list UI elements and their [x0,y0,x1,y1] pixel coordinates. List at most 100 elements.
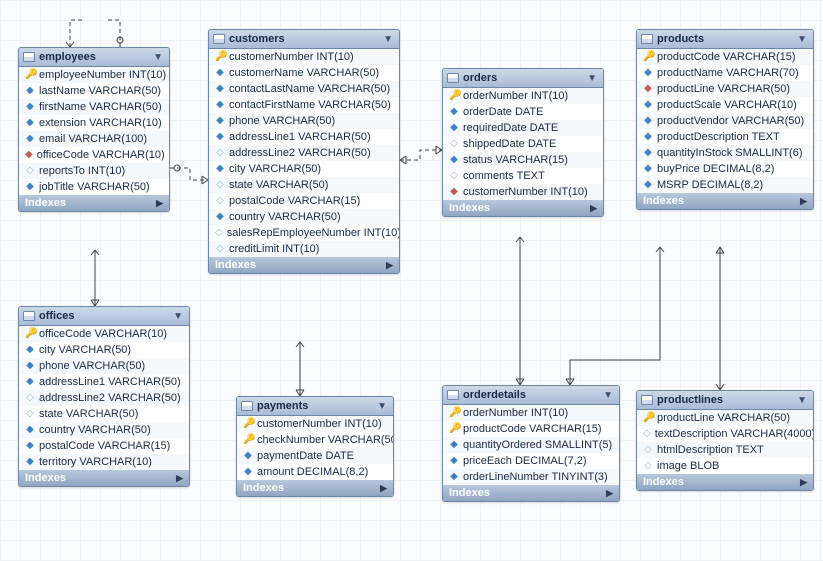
column-row[interactable]: ◆jobTitle VARCHAR(50) [19,179,169,195]
column-row[interactable]: ◇reportsTo INT(10) [19,163,169,179]
expand-icon[interactable]: ▶ [800,196,807,207]
expand-icon[interactable]: ▶ [386,260,393,271]
entity-header[interactable]: customers ▼ [209,30,399,49]
entity-employees[interactable]: employees ▼ 🔑employeeNumber INT(10) ◆las… [18,47,170,212]
expand-icon[interactable]: ▶ [606,488,613,499]
column-row[interactable]: 🔑customerNumber INT(10) [209,49,399,65]
column-row[interactable]: ◇state VARCHAR(50) [19,406,189,422]
column-row[interactable]: ◆contactLastName VARCHAR(50) [209,81,399,97]
entity-orderdetails[interactable]: orderdetails ▼ 🔑orderNumber INT(10) 🔑pro… [442,385,620,502]
expand-icon[interactable]: ▶ [156,198,163,209]
entity-orders[interactable]: orders ▼ 🔑orderNumber INT(10) ◆orderDate… [442,68,604,217]
column-row[interactable]: ◆customerName VARCHAR(50) [209,65,399,81]
entity-payments[interactable]: payments ▼ 🔑customerNumber INT(10) 🔑chec… [236,396,394,497]
indexes-section[interactable]: Indexes▶ [237,480,393,496]
expand-icon[interactable]: ▶ [380,483,387,494]
expand-icon[interactable]: ▶ [176,473,183,484]
collapse-icon[interactable]: ▼ [383,34,393,45]
column-row[interactable]: 🔑productCode VARCHAR(15) [443,421,619,437]
column-row[interactable]: ◆amount DECIMAL(8,2) [237,464,393,480]
column-row[interactable]: ◇textDescription VARCHAR(4000) [637,426,813,442]
column-row[interactable]: ◆contactFirstName VARCHAR(50) [209,97,399,113]
collapse-icon[interactable]: ▼ [603,390,613,401]
entity-header[interactable]: productlines ▼ [637,391,813,410]
column-row[interactable]: ◆productLine VARCHAR(50) [637,81,813,97]
column-row[interactable]: ◆firstName VARCHAR(50) [19,99,169,115]
indexes-section[interactable]: Indexes▶ [209,257,399,273]
column-row[interactable]: 🔑productCode VARCHAR(15) [637,49,813,65]
column-row[interactable]: ◇addressLine2 VARCHAR(50) [19,390,189,406]
column-row[interactable]: ◇comments TEXT [443,168,603,184]
collapse-icon[interactable]: ▼ [377,401,387,412]
column-row[interactable]: ◆officeCode VARCHAR(10) [19,147,169,163]
column-row[interactable]: ◆phone VARCHAR(50) [19,358,189,374]
expand-icon[interactable]: ▶ [590,203,597,214]
entity-productlines[interactable]: productlines ▼ 🔑productLine VARCHAR(50) … [636,390,814,491]
column-row[interactable]: ◆customerNumber INT(10) [443,184,603,200]
column-row[interactable]: ◆email VARCHAR(100) [19,131,169,147]
entity-header[interactable]: products ▼ [637,30,813,49]
indexes-section[interactable]: Indexes▶ [19,195,169,211]
column-row[interactable]: ◆country VARCHAR(50) [209,209,399,225]
collapse-icon[interactable]: ▼ [173,311,183,322]
column-row[interactable]: ◆status VARCHAR(15) [443,152,603,168]
column-row[interactable]: ◆productDescription TEXT [637,129,813,145]
indexes-section[interactable]: Indexes▶ [637,193,813,209]
column-row[interactable]: ◆paymentDate DATE [237,448,393,464]
indexes-section[interactable]: Indexes▶ [443,200,603,216]
column-row[interactable]: ◆MSRP DECIMAL(8,2) [637,177,813,193]
column-row[interactable]: ◆city VARCHAR(50) [209,161,399,177]
column-row[interactable]: ◇postalCode VARCHAR(15) [209,193,399,209]
column-row[interactable]: ◇creditLimit INT(10) [209,241,399,257]
column-row[interactable]: ◆country VARCHAR(50) [19,422,189,438]
column-row[interactable]: 🔑productLine VARCHAR(50) [637,410,813,426]
entity-offices[interactable]: offices ▼ 🔑officeCode VARCHAR(10) ◆city … [18,306,190,487]
column-row[interactable]: ◇state VARCHAR(50) [209,177,399,193]
column-row[interactable]: ◆quantityInStock SMALLINT(6) [637,145,813,161]
column-row[interactable]: ◆city VARCHAR(50) [19,342,189,358]
column-row[interactable]: ◇addressLine2 VARCHAR(50) [209,145,399,161]
column-row[interactable]: ◆extension VARCHAR(10) [19,115,169,131]
column-row[interactable]: ◆addressLine1 VARCHAR(50) [209,129,399,145]
column-row[interactable]: ◆productVendor VARCHAR(50) [637,113,813,129]
column-row[interactable]: ◆quantityOrdered SMALLINT(5) [443,437,619,453]
column-row[interactable]: ◆productName VARCHAR(70) [637,65,813,81]
column-row[interactable]: 🔑customerNumber INT(10) [237,416,393,432]
column-row[interactable]: 🔑orderNumber INT(10) [443,405,619,421]
column-row[interactable]: ◆postalCode VARCHAR(15) [19,438,189,454]
column-row[interactable]: ◇image BLOB [637,458,813,474]
collapse-icon[interactable]: ▼ [153,52,163,63]
column-row[interactable]: ◆phone VARCHAR(50) [209,113,399,129]
column-row[interactable]: ◆priceEach DECIMAL(7,2) [443,453,619,469]
entity-header[interactable]: employees ▼ [19,48,169,67]
entity-customers[interactable]: customers ▼ 🔑customerNumber INT(10) ◆cus… [208,29,400,274]
column-row[interactable]: 🔑orderNumber INT(10) [443,88,603,104]
column-row[interactable]: ◇salesRepEmployeeNumber INT(10) [209,225,399,241]
collapse-icon[interactable]: ▼ [587,73,597,84]
column-row[interactable]: ◆productScale VARCHAR(10) [637,97,813,113]
collapse-icon[interactable]: ▼ [797,395,807,406]
indexes-section[interactable]: Indexes▶ [443,485,619,501]
indexes-section[interactable]: Indexes▶ [637,474,813,490]
entity-header[interactable]: orders ▼ [443,69,603,88]
column-row[interactable]: ◆territory VARCHAR(10) [19,454,189,470]
column-row[interactable]: 🔑checkNumber VARCHAR(50) [237,432,393,448]
collapse-icon[interactable]: ▼ [797,34,807,45]
entity-header[interactable]: payments ▼ [237,397,393,416]
column-row[interactable]: ◆orderLineNumber TINYINT(3) [443,469,619,485]
entity-header[interactable]: offices ▼ [19,307,189,326]
column-row[interactable]: 🔑employeeNumber INT(10) [19,67,169,83]
pk-icon: 🔑 [449,424,459,434]
column-row[interactable]: 🔑officeCode VARCHAR(10) [19,326,189,342]
indexes-section[interactable]: Indexes▶ [19,470,189,486]
column-row[interactable]: ◆orderDate DATE [443,104,603,120]
expand-icon[interactable]: ▶ [800,477,807,488]
column-row[interactable]: ◇shippedDate DATE [443,136,603,152]
column-row[interactable]: ◆requiredDate DATE [443,120,603,136]
column-row[interactable]: ◆addressLine1 VARCHAR(50) [19,374,189,390]
column-row[interactable]: ◆buyPrice DECIMAL(8,2) [637,161,813,177]
entity-header[interactable]: orderdetails ▼ [443,386,619,405]
column-row[interactable]: ◆lastName VARCHAR(50) [19,83,169,99]
column-row[interactable]: ◇htmlDescription TEXT [637,442,813,458]
entity-products[interactable]: products ▼ 🔑productCode VARCHAR(15) ◆pro… [636,29,814,210]
